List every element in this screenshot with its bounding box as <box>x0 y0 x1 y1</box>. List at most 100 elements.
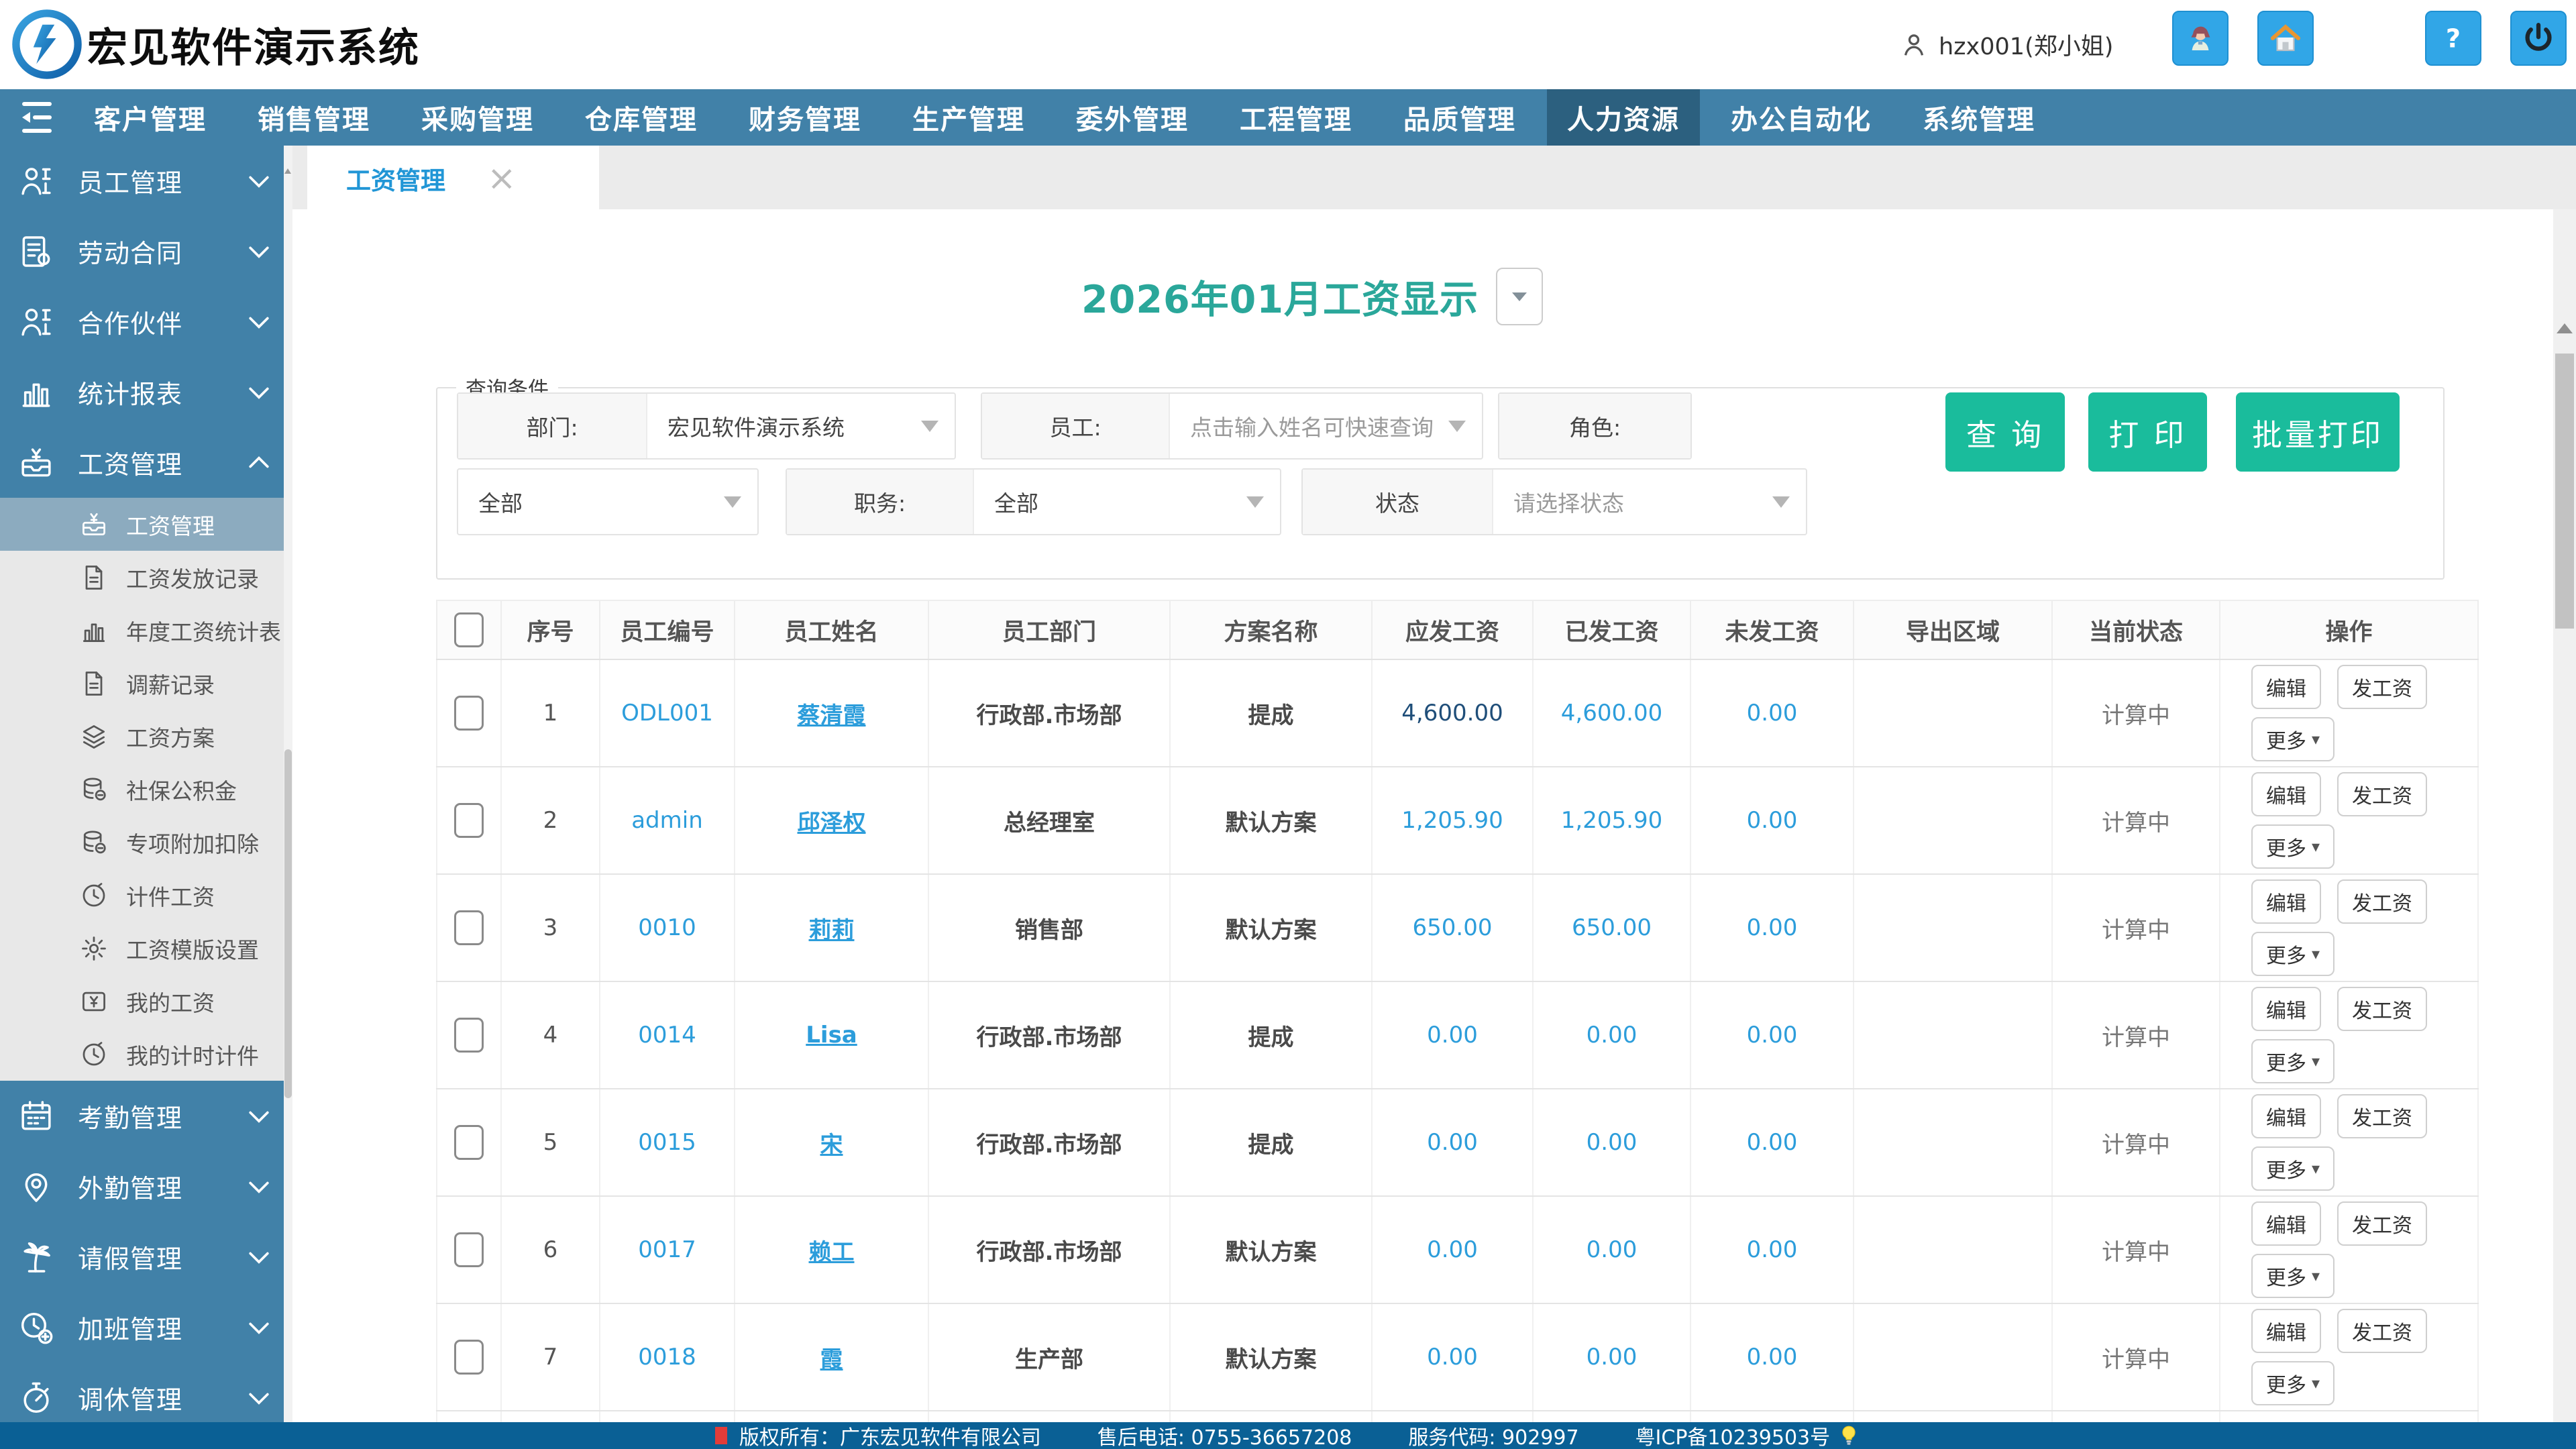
sidebar-subitem-piecework-salary[interactable]: 计件工资 <box>0 869 292 922</box>
employee-name-link[interactable]: 宋 <box>820 1126 843 1159</box>
edit-button[interactable]: 编辑 <box>2251 1309 2321 1353</box>
employee-name-link[interactable]: 赖工 <box>809 1234 855 1267</box>
sidebar-item-labor-contract[interactable]: 劳动合同 <box>0 216 292 286</box>
sidebar-item-partners[interactable]: 合作伙伴 <box>0 286 292 357</box>
gross-salary-link[interactable]: 650.00 <box>1413 914 1493 941</box>
pay-salary-button[interactable]: 发工资 <box>2337 1309 2427 1353</box>
row-checkbox[interactable] <box>454 1340 484 1375</box>
nav-item-oa[interactable]: 办公自动化 <box>1711 89 1892 146</box>
edit-button[interactable]: 编辑 <box>2251 1094 2321 1138</box>
employee-code-link[interactable]: 0010 <box>638 914 696 941</box>
content-scrollbar[interactable] <box>2553 209 2576 1422</box>
sidebar-item-timeoff-mgmt[interactable]: 调休管理 <box>0 1362 292 1422</box>
icp-number[interactable]: 粤ICP备10239503号 <box>1635 1421 1831 1449</box>
sidebar-subitem-salary-adjust-record[interactable]: 调薪记录 <box>0 657 292 710</box>
home-button[interactable] <box>2257 11 2314 66</box>
more-button[interactable]: 更多▾ <box>2251 1039 2334 1083</box>
sidebar-item-salary-mgmt[interactable]: 工资管理 <box>0 427 292 498</box>
pay-salary-button[interactable]: 发工资 <box>2337 772 2427 816</box>
employee-name-link[interactable]: 邱泽权 <box>798 804 866 837</box>
sidebar-subitem-social-insurance[interactable]: 社保公积金 <box>0 763 292 816</box>
nav-item-purchase[interactable]: 采购管理 <box>401 89 554 146</box>
sidebar-subitem-my-timesheet[interactable]: 我的计时计件 <box>0 1028 292 1081</box>
employee-select[interactable]: 点击输入姓名可快速查询 <box>1170 394 1482 458</box>
sidebar-item-fieldwork-mgmt[interactable]: 外勤管理 <box>0 1151 292 1222</box>
select-all-checkbox[interactable] <box>454 612 484 647</box>
gross-salary-link[interactable]: 0.00 <box>1427 1129 1478 1156</box>
menu-toggle-icon[interactable] <box>0 102 74 133</box>
employee-code-link[interactable]: 0015 <box>638 1129 696 1156</box>
employee-code-link[interactable]: 0018 <box>638 1344 696 1371</box>
position-select[interactable]: 全部 <box>974 470 1280 534</box>
sidebar-item-attendance-mgmt[interactable]: 考勤管理 <box>0 1081 292 1151</box>
row-checkbox[interactable] <box>454 1018 484 1053</box>
gross-salary-link[interactable]: 1,205.90 <box>1401 807 1503 834</box>
employee-name-link[interactable]: Lisa <box>806 1022 857 1049</box>
sidebar-scrollbar[interactable] <box>284 146 292 1422</box>
nav-item-hr[interactable]: 人力资源 <box>1547 89 1700 146</box>
edit-button[interactable]: 编辑 <box>2251 987 2321 1031</box>
nav-item-system[interactable]: 系统管理 <box>1902 89 2055 146</box>
unpaid-salary-link[interactable]: 0.00 <box>1747 700 1798 727</box>
sidebar-subitem-my-salary[interactable]: 我的工资 <box>0 975 292 1028</box>
pay-salary-button[interactable]: 发工资 <box>2337 1201 2427 1246</box>
unpaid-salary-link[interactable]: 0.00 <box>1747 1236 1798 1263</box>
nav-item-quality[interactable]: 品质管理 <box>1383 89 1536 146</box>
gross-salary-link[interactable]: 0.00 <box>1427 1236 1478 1263</box>
employee-code-link[interactable]: ODL001 <box>621 700 713 727</box>
search-button[interactable]: 查 询 <box>1945 392 2065 472</box>
row-checkbox[interactable] <box>454 910 484 945</box>
sidebar-item-overtime-mgmt[interactable]: 加班管理 <box>0 1292 292 1362</box>
paid-salary-link[interactable]: 1,205.90 <box>1561 807 1662 834</box>
pay-salary-button[interactable]: 发工资 <box>2337 665 2427 709</box>
sidebar-item-employee-mgmt[interactable]: 员工管理 <box>0 146 292 216</box>
more-button[interactable]: 更多▾ <box>2251 1254 2334 1298</box>
employee-name-link[interactable]: 蔡清霞 <box>798 697 866 730</box>
sidebar-subitem-special-deduction[interactable]: 专项附加扣除 <box>0 816 292 869</box>
department-all-select[interactable]: 全部 <box>458 470 757 534</box>
employee-name-link[interactable]: 莉莉 <box>809 912 855 945</box>
more-button[interactable]: 更多▾ <box>2251 1146 2334 1191</box>
pay-salary-button[interactable]: 发工资 <box>2337 1094 2427 1138</box>
print-button[interactable]: 打 印 <box>2088 392 2207 472</box>
sidebar-subitem-salary-plan[interactable]: 工资方案 <box>0 710 292 763</box>
paid-salary-link[interactable]: 650.00 <box>1572 914 1652 941</box>
sidebar-subitem-salary-template[interactable]: 工资模版设置 <box>0 922 292 975</box>
gross-salary-link[interactable]: 0.00 <box>1427 1022 1478 1049</box>
paid-salary-link[interactable]: 0.00 <box>1587 1236 1638 1263</box>
employee-code-link[interactable]: admin <box>631 807 703 834</box>
edit-button[interactable]: 编辑 <box>2251 665 2321 709</box>
sidebar-subitem-salary-mgmt-sub[interactable]: 工资管理 <box>0 498 292 551</box>
pay-salary-button[interactable]: 发工资 <box>2337 987 2427 1031</box>
row-checkbox[interactable] <box>454 1232 484 1267</box>
scroll-up-icon[interactable] <box>284 168 291 174</box>
nav-item-finance[interactable]: 财务管理 <box>729 89 881 146</box>
batch-print-button[interactable]: 批量打印 <box>2236 392 2400 472</box>
row-checkbox[interactable] <box>454 1125 484 1160</box>
nav-item-warehouse[interactable]: 仓库管理 <box>565 89 718 146</box>
gross-salary-link[interactable]: 0.00 <box>1427 1344 1478 1371</box>
nav-item-outsourcing[interactable]: 委外管理 <box>1056 89 1209 146</box>
avatar-button[interactable] <box>2172 11 2229 66</box>
employee-code-link[interactable]: 0014 <box>638 1022 696 1049</box>
paid-salary-link[interactable]: 0.00 <box>1587 1344 1638 1371</box>
department-select[interactable]: 宏见软件演示系统 <box>647 394 955 458</box>
sidebar-subitem-annual-salary-stats[interactable]: 年度工资统计表 <box>0 604 292 657</box>
unpaid-salary-link[interactable]: 0.00 <box>1747 1129 1798 1156</box>
month-dropdown-button[interactable] <box>1496 268 1543 325</box>
nav-item-customer[interactable]: 客户管理 <box>74 89 227 146</box>
paid-salary-link[interactable]: 4,600.00 <box>1561 700 1662 727</box>
content-scroll-thumb[interactable] <box>2555 354 2574 629</box>
close-icon[interactable]: × <box>487 161 517 196</box>
unpaid-salary-link[interactable]: 0.00 <box>1747 1344 1798 1371</box>
nav-item-engineering[interactable]: 工程管理 <box>1220 89 1373 146</box>
row-checkbox[interactable] <box>454 696 484 731</box>
scroll-up-icon[interactable] <box>2557 323 2573 333</box>
more-button[interactable]: 更多▾ <box>2251 932 2334 976</box>
help-button[interactable]: ? <box>2425 11 2481 66</box>
nav-item-sales[interactable]: 销售管理 <box>237 89 390 146</box>
sidebar-item-statistics-report[interactable]: 统计报表 <box>0 357 292 427</box>
gross-salary-link[interactable]: 4,600.00 <box>1401 700 1503 727</box>
paid-salary-link[interactable]: 0.00 <box>1587 1129 1638 1156</box>
employee-name-link[interactable]: 霞 <box>820 1341 843 1374</box>
